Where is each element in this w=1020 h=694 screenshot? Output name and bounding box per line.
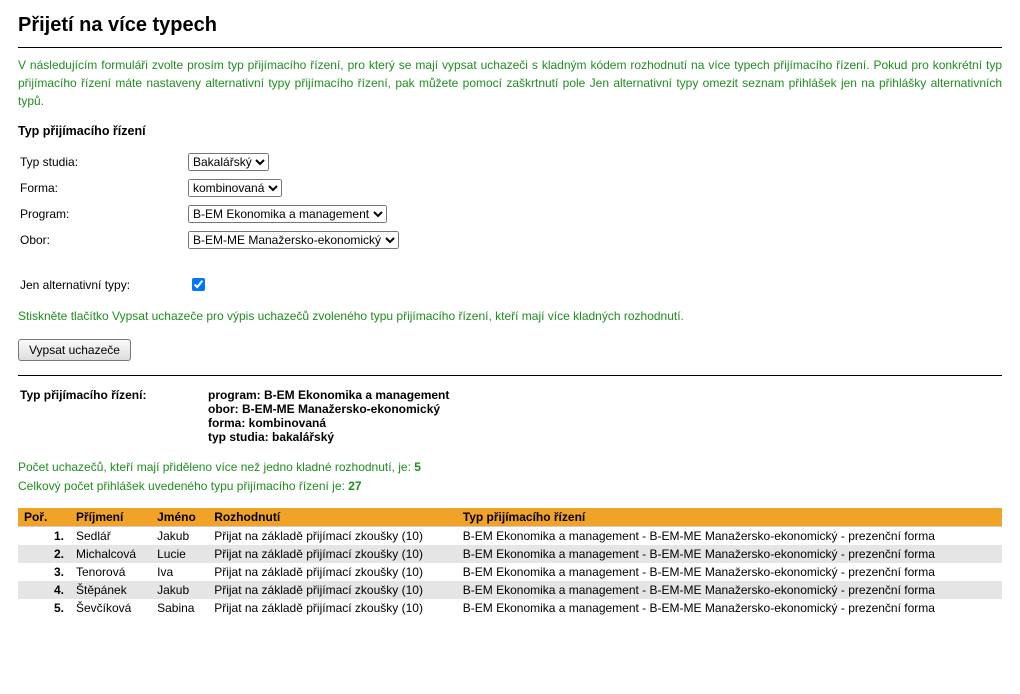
obor-label: Obor: (20, 228, 186, 252)
col-prijmeni: Příjmení (70, 508, 151, 527)
cell-typ: B-EM Ekonomika a management - B-EM-ME Ma… (457, 599, 1002, 617)
results-table: Poř. Příjmení Jméno Rozhodnutí Typ přijí… (18, 508, 1002, 617)
page-title: Přijetí na více typech (18, 14, 1002, 37)
forma-label: Forma: (20, 176, 186, 200)
summary-program: program: B-EM Ekonomika a management (208, 388, 449, 402)
table-row: 1.SedlářJakubPřijat na základě přijímací… (18, 527, 1002, 546)
count-line2-text: Celkový počet přihlášek uvedeného typu p… (18, 479, 348, 493)
col-rozhodnuti: Rozhodnutí (208, 508, 457, 527)
cell-prijmeni: Ševčíková (70, 599, 151, 617)
cell-jmeno: Jakub (151, 581, 208, 599)
counts-block: Počet uchazečů, kteří mají přiděleno víc… (18, 458, 1002, 496)
table-row: 4.ŠtěpánekJakubPřijat na základě přijíma… (18, 581, 1002, 599)
summary-block: Typ přijímacího řízení: program: B-EM Ek… (18, 384, 457, 448)
col-por: Poř. (18, 508, 70, 527)
cell-prijmeni: Štěpánek (70, 581, 151, 599)
cell-rozhodnuti: Přijat na základě přijímací zkoušky (10) (208, 599, 457, 617)
typ-studia-select[interactable]: Bakalářský (188, 153, 269, 171)
cell-por: 3. (18, 563, 70, 581)
cell-typ: B-EM Ekonomika a management - B-EM-ME Ma… (457, 581, 1002, 599)
alt-checkbox[interactable] (192, 278, 205, 291)
summary-row-label: Typ přijímacího řízení: (20, 386, 206, 446)
table-row: 3.TenorováIvaPřijat na základě přijímací… (18, 563, 1002, 581)
cell-jmeno: Lucie (151, 545, 208, 563)
intro-text: V následujícím formuláři zvolte prosím t… (18, 56, 1002, 110)
cell-typ: B-EM Ekonomika a management - B-EM-ME Ma… (457, 545, 1002, 563)
summary-typ: typ studia: bakalářský (208, 430, 449, 444)
count-line1-num: 5 (414, 460, 421, 474)
alt-label: Jen alternativní typy: (20, 272, 186, 297)
cell-prijmeni: Tenorová (70, 563, 151, 581)
table-row: 5.ŠevčíkováSabinaPřijat na základě přijí… (18, 599, 1002, 617)
summary-forma: forma: kombinovaná (208, 416, 449, 430)
filter-form: Typ studia: Bakalářský Forma: kombinovan… (18, 148, 407, 299)
obor-select[interactable]: B-EM-ME Manažersko-ekonomický (188, 231, 399, 249)
cell-rozhodnuti: Přijat na základě přijímací zkoušky (10) (208, 563, 457, 581)
cell-por: 4. (18, 581, 70, 599)
cell-jmeno: Iva (151, 563, 208, 581)
cell-rozhodnuti: Přijat na základě přijímací zkoušky (10) (208, 527, 457, 546)
cell-prijmeni: Sedlář (70, 527, 151, 546)
summary-obor: obor: B-EM-ME Manažersko-ekonomický (208, 402, 449, 416)
hint-text: Stiskněte tlačítko Vypsat uchazeče pro v… (18, 307, 1002, 325)
cell-por: 1. (18, 527, 70, 546)
cell-jmeno: Sabina (151, 599, 208, 617)
count-line1-text: Počet uchazečů, kteří mají přiděleno víc… (18, 460, 414, 474)
col-jmeno: Jméno (151, 508, 208, 527)
form-heading: Typ přijímacího řízení (18, 124, 1002, 138)
cell-por: 2. (18, 545, 70, 563)
table-row: 2.MichalcováLuciePřijat na základě přijí… (18, 545, 1002, 563)
col-typ: Typ přijímacího řízení (457, 508, 1002, 527)
divider (18, 375, 1002, 376)
cell-prijmeni: Michalcová (70, 545, 151, 563)
cell-typ: B-EM Ekonomika a management - B-EM-ME Ma… (457, 527, 1002, 546)
cell-rozhodnuti: Přijat na základě přijímací zkoušky (10) (208, 581, 457, 599)
program-label: Program: (20, 202, 186, 226)
cell-jmeno: Jakub (151, 527, 208, 546)
typ-studia-label: Typ studia: (20, 150, 186, 174)
cell-rozhodnuti: Přijat na základě přijímací zkoušky (10) (208, 545, 457, 563)
count-line2-num: 27 (348, 479, 361, 493)
vypsat-button[interactable]: Vypsat uchazeče (18, 339, 131, 361)
forma-select[interactable]: kombinovaná (188, 179, 282, 197)
program-select[interactable]: B-EM Ekonomika a management (188, 205, 387, 223)
divider (18, 47, 1002, 48)
cell-por: 5. (18, 599, 70, 617)
cell-typ: B-EM Ekonomika a management - B-EM-ME Ma… (457, 563, 1002, 581)
